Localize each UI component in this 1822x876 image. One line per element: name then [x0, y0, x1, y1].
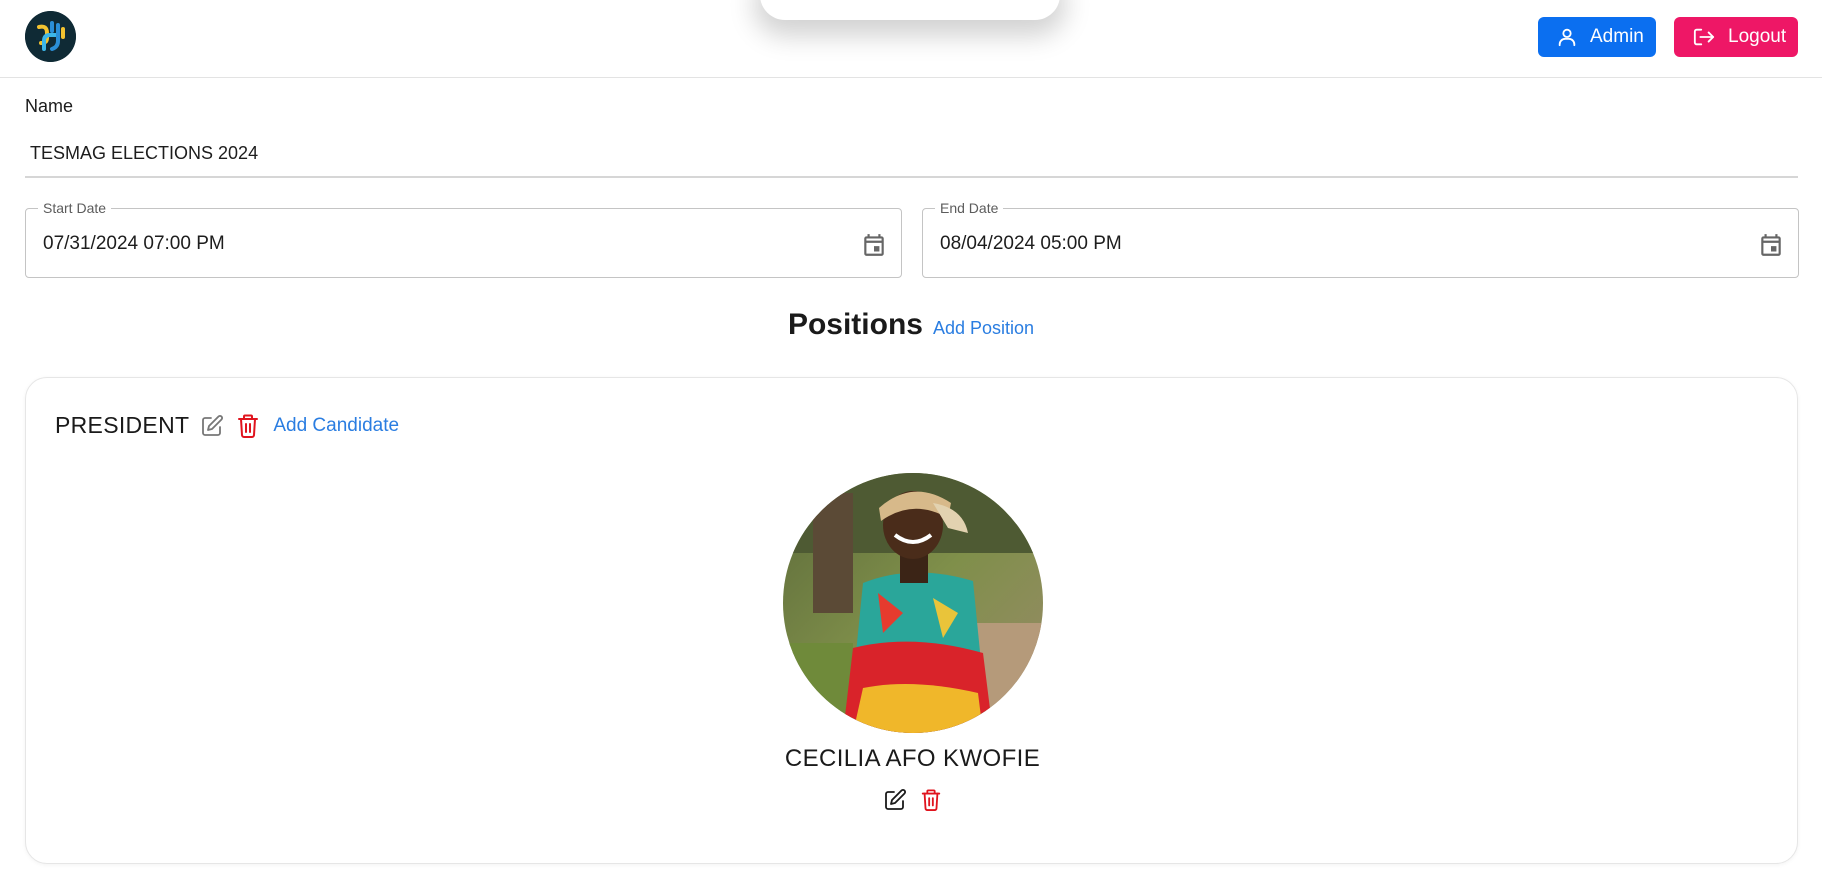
start-date-field[interactable]: Start Date 07/31/2024 07:00 PM: [25, 200, 902, 278]
admin-button[interactable]: Admin: [1538, 17, 1656, 57]
add-candidate-link[interactable]: Add Candidate: [273, 415, 399, 437]
candidate-name: CECILIA AFO KWOFIE: [784, 745, 1041, 772]
start-date-value[interactable]: 07/31/2024 07:00 PM: [43, 233, 225, 255]
end-date-field[interactable]: End Date 08/04/2024 05:00 PM: [922, 200, 1799, 278]
admin-button-label: Admin: [1590, 26, 1644, 47]
edit-icon: [202, 414, 224, 436]
edit-position-button[interactable]: [199, 413, 225, 439]
add-position-link[interactable]: Add Position: [933, 318, 1034, 339]
edit-candidate-button[interactable]: [882, 787, 908, 813]
start-date-label: Start Date: [38, 200, 112, 216]
position-name: PRESIDENT: [55, 412, 190, 438]
user-icon: [1558, 28, 1576, 47]
candidate-card: CECILIA AFO KWOFIE: [26, 473, 1799, 813]
floating-header-shadow: [760, 0, 1060, 20]
name-label: Name: [25, 96, 74, 116]
end-date-label: End Date: [935, 200, 1004, 216]
logout-icon: [1693, 28, 1715, 46]
app-logo[interactable]: [25, 11, 76, 62]
candidate-photo-image: [782, 473, 1043, 733]
trash-icon: [921, 789, 940, 811]
logout-button-label: Logout: [1728, 26, 1787, 47]
delete-position-button[interactable]: [235, 413, 261, 439]
logout-button[interactable]: Logout: [1674, 17, 1798, 57]
position-card: PRESIDENT Add Candidate CECILIA AFO KWOF…: [25, 377, 1798, 864]
positions-header: Positions Add Position: [0, 308, 1822, 348]
calendar-icon[interactable]: [1758, 231, 1784, 259]
top-navbar: Admin Logout: [0, 0, 1822, 78]
positions-title: Positions: [787, 308, 923, 341]
end-date-value[interactable]: 08/04/2024 05:00 PM: [940, 233, 1122, 255]
position-header: PRESIDENT Add Candidate: [55, 412, 399, 439]
election-name-input[interactable]: [25, 130, 1798, 178]
trash-icon: [238, 414, 259, 438]
delete-candidate-button[interactable]: [918, 787, 944, 813]
candidate-photo: [782, 473, 1043, 733]
logo-mark-icon: [25, 11, 76, 62]
edit-icon: [884, 789, 906, 810]
calendar-icon[interactable]: [861, 231, 887, 259]
candidate-actions: [882, 787, 944, 813]
